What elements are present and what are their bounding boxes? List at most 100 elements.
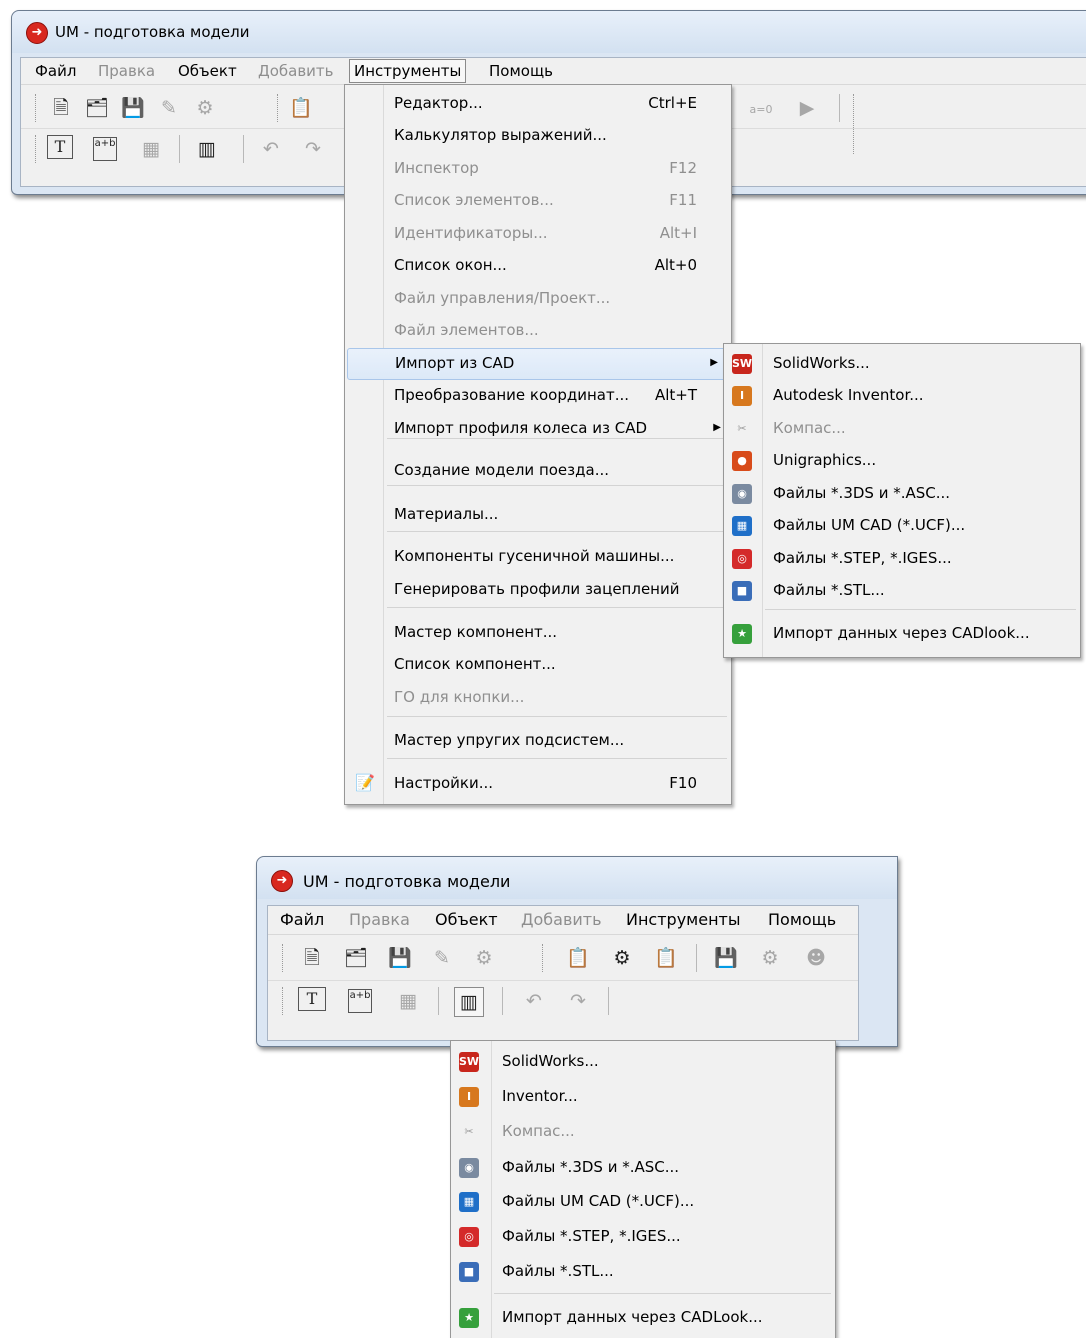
- menu-item-label: Список элементов...: [394, 191, 554, 209]
- menu-object[interactable]: Объект: [178, 62, 237, 80]
- tools-menu-item[interactable]: Преобразование координат... Alt+T: [345, 381, 731, 411]
- tools-menu-item[interactable]: ГО для кнопки...: [345, 683, 731, 713]
- cad-import-item[interactable]: ✂ Компас...: [451, 1117, 835, 1147]
- menu-edit[interactable]: Правка: [98, 62, 155, 80]
- tools-menu-item[interactable]: Файл управления/Проект...: [345, 284, 731, 314]
- cad-import-item[interactable]: ▦ Файлы UM CAD (*.UCF)...: [724, 511, 1080, 541]
- cad-import-item[interactable]: ■ Файлы *.STL...: [724, 576, 1080, 606]
- menu-item-label: Список компонент...: [394, 655, 556, 673]
- edit-table-icon[interactable]: ▦: [137, 135, 165, 163]
- cad-import-item[interactable]: ◉ Файлы *.3DS и *.ASC...: [451, 1153, 835, 1183]
- gear-puzzle-icon[interactable]: ⚙: [608, 944, 636, 972]
- menu-file[interactable]: Файл: [280, 910, 324, 929]
- clipboard-icon[interactable]: 📋: [652, 944, 680, 972]
- redo-icon[interactable]: ↷: [299, 135, 327, 163]
- tools-menu-item[interactable]: Редактор... Ctrl+E: [345, 89, 731, 119]
- style-dropdown-icon[interactable]: ▥: [193, 135, 221, 163]
- cad-import-item[interactable]: ■ Файлы *.STL...: [451, 1257, 835, 1287]
- edit-icon[interactable]: ✎: [155, 94, 183, 122]
- menu-item-label: Импорт профиля колеса из CAD: [394, 419, 648, 437]
- puzzle-icon[interactable]: ⚙: [470, 944, 498, 972]
- tools-menu-item[interactable]: Материалы...: [345, 500, 731, 530]
- save-icon[interactable]: 💾: [119, 94, 147, 122]
- tools-menu-item[interactable]: Идентификаторы... Alt+I: [345, 219, 731, 249]
- tools-menu-item[interactable]: Список элементов... F11: [345, 186, 731, 216]
- menu-item-label: Unigraphics...: [773, 451, 877, 469]
- tools-menu-item[interactable]: Компоненты гусеничной машины...: [345, 542, 731, 572]
- a-equals-zero-icon[interactable]: a=0: [747, 96, 775, 124]
- users-icon[interactable]: ☻: [802, 944, 830, 972]
- text-icon[interactable]: T: [47, 135, 73, 159]
- cad-import-dropdown: SW SolidWorks... I Inventor... ✂ Компас... ◉ Фа…: [450, 1040, 836, 1338]
- menu-tools[interactable]: Инструменты: [349, 59, 467, 83]
- ab-table-icon[interactable]: a+b: [348, 989, 372, 1013]
- tools-menu-item[interactable]: Список окон... Alt+0: [345, 251, 731, 281]
- copy-icon[interactable]: 📋: [564, 944, 592, 972]
- menu-item-label: Инспектор: [394, 159, 479, 177]
- menu-add[interactable]: Добавить: [258, 62, 334, 80]
- tools-menu-item[interactable]: Файл элементов...: [345, 316, 731, 346]
- tools-menu-item[interactable]: Калькулятор выражений...: [345, 121, 731, 151]
- cad-import-item[interactable]: SW SolidWorks...: [451, 1047, 835, 1077]
- style-dropdown-icon[interactable]: ▥: [454, 987, 484, 1017]
- cad-import-item[interactable]: I Inventor...: [451, 1082, 835, 1112]
- copy-icon[interactable]: 📋: [287, 94, 315, 122]
- text-icon[interactable]: T: [298, 987, 326, 1011]
- menu-edit[interactable]: Правка: [349, 910, 410, 929]
- tools-menu-item[interactable]: Генерировать профили зацеплений: [345, 575, 731, 605]
- menu-item-shortcut: Alt+0: [654, 256, 697, 274]
- menu-help[interactable]: Помощь: [768, 910, 836, 929]
- cad-import-item[interactable]: ● Unigraphics...: [724, 446, 1080, 476]
- ab-table-icon[interactable]: a+b: [93, 137, 117, 161]
- tools-menu-item[interactable]: Импорт профиля колеса из CAD ▶: [345, 414, 731, 444]
- menu-item-shortcut: F11: [669, 191, 697, 209]
- menu-file[interactable]: Файл: [35, 62, 76, 80]
- tools-menu-item[interactable]: Настройки... F10 📝: [345, 769, 731, 799]
- save-icon[interactable]: 💾: [386, 944, 414, 972]
- undo-icon[interactable]: ↶: [520, 987, 548, 1015]
- cad-import-item[interactable]: ★ Импорт данных через CADLook...: [451, 1303, 835, 1333]
- puzzle-icon[interactable]: ⚙: [191, 94, 219, 122]
- menu-item-label: Импорт данных через CADlook...: [773, 624, 1030, 642]
- cad-import-item[interactable]: ◎ Файлы *.STEP, *.IGES...: [724, 544, 1080, 574]
- menu-item-label: Импорт данных через CADLook...: [502, 1308, 763, 1326]
- undo-icon[interactable]: ↶: [257, 135, 285, 163]
- open-folder-icon[interactable]: 🗂: [342, 944, 370, 972]
- tools-menu-item[interactable]: Мастер компонент...: [345, 618, 731, 648]
- tools-menu-item[interactable]: Инспектор F12: [345, 154, 731, 184]
- cad-import-item[interactable]: I Autodesk Inventor...: [724, 381, 1080, 411]
- play-icon[interactable]: ▶: [793, 94, 821, 122]
- menu-separator: [387, 607, 727, 608]
- new-file-icon[interactable]: 🗎: [47, 94, 75, 122]
- menu-item-label: Компас...: [773, 419, 846, 437]
- edit-table-icon[interactable]: ▦: [394, 987, 422, 1015]
- toolbar-row-2-bottom: T a+b ▦ ▥ ↶ ↷: [268, 980, 858, 1021]
- cad-import-item[interactable]: ◎ Файлы *.STEP, *.IGES...: [451, 1222, 835, 1252]
- cad-import-item[interactable]: ▦ Файлы UM CAD (*.UCF)...: [451, 1187, 835, 1217]
- tools-menu-item[interactable]: Мастер упругих подсистем...: [345, 726, 731, 756]
- cad-import-item[interactable]: ◉ Файлы *.3DS и *.ASC...: [724, 479, 1080, 509]
- cad-import-item[interactable]: ✂ Компас...: [724, 414, 1080, 444]
- new-file-icon[interactable]: 🗎: [298, 944, 326, 972]
- open-folder-icon[interactable]: 🗂: [83, 94, 111, 122]
- menu-object[interactable]: Объект: [435, 910, 498, 929]
- menu-add[interactable]: Добавить: [521, 910, 602, 929]
- menu-help[interactable]: Помощь: [489, 62, 553, 80]
- menu-tools[interactable]: Инструменты: [626, 910, 741, 929]
- menu-item-label: Компас...: [502, 1122, 575, 1140]
- gears-icon[interactable]: ⚙: [756, 944, 784, 972]
- tools-menu-item[interactable]: Список компонент...: [345, 650, 731, 680]
- cad-import-submenu: SW SolidWorks... I Autodesk Inventor... ✂ Ком…: [723, 343, 1081, 658]
- menu-separator: [387, 485, 727, 486]
- save-component-icon[interactable]: 💾: [712, 944, 740, 972]
- menu-item-shortcut: Ctrl+E: [648, 94, 697, 112]
- menu-bar-bottom: Файл Правка Объект Добавить Инструменты …: [268, 906, 858, 935]
- redo-icon[interactable]: ↷: [564, 987, 592, 1015]
- tools-menu-item[interactable]: Импорт из CAD ▶: [347, 348, 729, 380]
- inventor-icon: I: [732, 386, 752, 406]
- cad-import-item[interactable]: ★ Импорт данных через CADlook...: [724, 619, 1080, 649]
- ucf-icon: ▦: [459, 1192, 479, 1212]
- tools-menu-item[interactable]: Создание модели поезда...: [345, 456, 731, 486]
- cad-import-item[interactable]: SW SolidWorks...: [724, 349, 1080, 379]
- edit-icon[interactable]: ✎: [428, 944, 456, 972]
